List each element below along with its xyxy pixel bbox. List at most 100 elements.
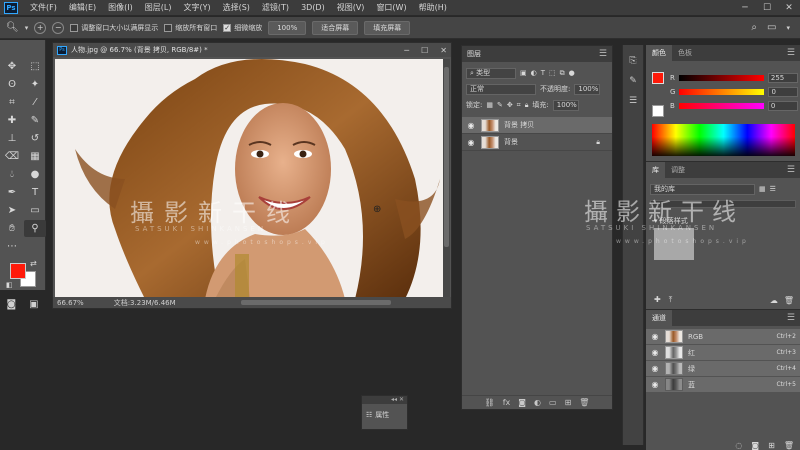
group-folder-icon[interactable]: ▭ — [549, 398, 557, 407]
resize-windows-checkbox[interactable]: 调整窗口大小以满屏显示 — [70, 23, 158, 33]
channel-row-green[interactable]: ◉ 绿 Ctrl+4 — [646, 361, 800, 377]
menu-window[interactable]: 窗口(W) — [370, 2, 412, 13]
blue-slider[interactable] — [678, 103, 764, 109]
grid-view-icon[interactable]: ▦ — [759, 185, 766, 193]
minimize-icon[interactable]: ─ — [734, 3, 756, 13]
add-mask-icon[interactable]: ◙ — [518, 398, 526, 407]
filter-pixel-icon[interactable]: ▣ — [520, 69, 527, 77]
red-input[interactable]: 255 — [767, 73, 798, 83]
hand-tool-icon[interactable]: ✋︎ — [1, 220, 23, 237]
zoom-tool-icon[interactable]: ⚲ — [24, 220, 46, 237]
shape-tool-icon[interactable]: ▭ — [24, 202, 46, 219]
lock-icon[interactable]: 🔒︎ — [596, 138, 600, 147]
menu-view[interactable]: 视图(V) — [331, 2, 371, 13]
green-input[interactable]: 0 — [768, 87, 799, 97]
close-icon[interactable]: ✕ — [778, 3, 800, 13]
pen-tool-icon[interactable]: ✒ — [1, 184, 23, 201]
history-brush-icon[interactable]: ↺ — [24, 130, 46, 147]
minimize-icon[interactable]: ─ — [404, 46, 409, 55]
green-slider[interactable] — [679, 89, 765, 95]
more-tools-icon[interactable]: ⋯ — [1, 238, 23, 255]
blur-tool-icon[interactable]: 💧︎ — [1, 166, 23, 183]
fit-screen-button[interactable]: 适合屏幕 — [312, 20, 359, 35]
new-layer-icon[interactable]: ⊞ — [565, 398, 572, 407]
layer-filter-select[interactable]: ⌕ 类型 — [466, 67, 516, 79]
foreground-color[interactable] — [10, 263, 26, 279]
tab-swatches[interactable]: 色板 — [672, 48, 698, 58]
type-tool-icon[interactable]: T — [24, 184, 46, 201]
document-size[interactable]: 文档:3.23M/6.46M — [114, 298, 176, 308]
tab-libraries[interactable]: 库 — [646, 162, 665, 178]
lock-paint-icon[interactable]: ✎ — [497, 101, 503, 109]
blue-input[interactable]: 0 — [767, 101, 798, 111]
add-icon[interactable]: ✚ — [654, 295, 661, 305]
scrubby-zoom-checkbox[interactable]: ✓ 细微缩放 — [223, 23, 262, 33]
new-channel-icon[interactable]: ⊞ — [768, 441, 775, 450]
menu-select[interactable]: 选择(S) — [217, 2, 256, 13]
layer-row[interactable]: ◉ 背景 🔒︎ — [462, 134, 612, 151]
screen-mode-icon[interactable]: ▣ — [29, 299, 38, 311]
filter-adjust-icon[interactable]: ◐ — [531, 69, 537, 77]
lock-artboard-icon[interactable]: ⌗ — [517, 101, 521, 110]
zoom-out-icon[interactable]: − — [52, 21, 65, 34]
tab-channels[interactable]: 通道 — [646, 310, 672, 326]
filter-toggle-icon[interactable]: ● — [569, 69, 575, 77]
cloud-icon[interactable]: ☁ — [770, 296, 778, 305]
brush-settings-icon[interactable]: ✎ — [623, 71, 643, 91]
menu-3d[interactable]: 3D(D) — [295, 3, 331, 12]
zoom-100-button[interactable]: 100% — [268, 20, 307, 35]
healing-brush-icon[interactable]: ✚ — [1, 112, 23, 129]
menu-image[interactable]: 图像(I) — [102, 2, 139, 13]
search-icon[interactable]: ⌕ — [751, 22, 757, 34]
quick-mask-icon[interactable]: ◙ — [6, 299, 16, 311]
maximize-icon[interactable]: ☐ — [756, 3, 778, 13]
channel-row-blue[interactable]: ◉ 蓝 Ctrl+5 — [646, 377, 800, 393]
visibility-eye-icon[interactable]: ◉ — [466, 138, 476, 147]
document-tab[interactable]: Ps 人物.jpg @ 66.7% (背景 拷贝, RGB/8#) * ─ ☐ … — [53, 43, 451, 57]
menu-type[interactable]: 文字(Y) — [177, 2, 216, 13]
default-colors-icon[interactable]: ◧ — [6, 281, 13, 289]
fill-screen-button[interactable]: 填充屏幕 — [364, 20, 411, 35]
panel-menu-icon[interactable]: ☰ — [781, 48, 800, 58]
red-slider[interactable] — [678, 75, 764, 81]
panel-menu-icon[interactable]: ☰ — [599, 49, 607, 59]
trash-icon[interactable]: 🗑︎ — [579, 398, 589, 407]
panel-menu-icon[interactable]: ☰ — [781, 313, 800, 323]
brush-tool-icon[interactable]: ✎ — [24, 112, 46, 129]
filter-type-icon[interactable]: T — [541, 69, 545, 77]
swap-colors-icon[interactable]: ⇄ — [30, 259, 37, 268]
filter-shape-icon[interactable]: ⬚ — [549, 69, 556, 77]
lock-move-icon[interactable]: ✥ — [507, 101, 513, 109]
menu-layer[interactable]: 图层(L) — [139, 2, 178, 13]
panel-menu-icon[interactable]: ☰ — [781, 165, 800, 175]
blend-mode-select[interactable]: 正常 — [466, 83, 536, 95]
history-icon[interactable]: ⎘ — [623, 51, 643, 71]
color-spectrum[interactable] — [652, 124, 795, 156]
vertical-scrollbar[interactable] — [443, 59, 450, 299]
adjust-sliders-icon[interactable]: ☰ — [623, 91, 643, 111]
tab-color[interactable]: 颜色 — [646, 45, 672, 61]
load-selection-icon[interactable]: ◌ — [735, 441, 742, 450]
layers-tab[interactable]: 图层 — [467, 49, 481, 59]
visibility-eye-icon[interactable]: ◉ — [466, 121, 476, 130]
save-selection-icon[interactable]: ◙ — [751, 441, 759, 450]
move-tool-icon[interactable]: ✥ — [1, 58, 23, 75]
link-layers-icon[interactable]: ⛓︎ — [485, 398, 495, 407]
library-select[interactable]: 我的库 — [650, 183, 755, 195]
maximize-icon[interactable]: ☐ — [421, 46, 428, 55]
menu-help[interactable]: 帮助(H) — [413, 2, 453, 13]
visibility-eye-icon[interactable]: ◉ — [650, 364, 660, 373]
list-view-icon[interactable]: ☰ — [770, 185, 776, 193]
library-search-input[interactable] — [650, 200, 796, 208]
image-canvas[interactable]: 攝影新干线 SATSUKI SHINKANSEN www.photoshops.… — [55, 59, 443, 299]
zoom-level[interactable]: 66.67% — [57, 299, 84, 307]
upload-icon[interactable]: ⤒ — [669, 295, 673, 305]
lock-pixels-icon[interactable]: ▦ — [486, 101, 493, 109]
fx-icon[interactable]: fx — [503, 398, 511, 407]
gradient-icon[interactable]: ▦ — [24, 148, 46, 165]
menu-edit[interactable]: 编辑(E) — [63, 2, 102, 13]
workspace-icon[interactable]: ▭ — [767, 22, 776, 34]
clone-stamp-icon[interactable]: ⊥ — [1, 130, 23, 147]
dodge-tool-icon[interactable]: ● — [24, 166, 46, 183]
visibility-eye-icon[interactable]: ◉ — [650, 348, 660, 357]
